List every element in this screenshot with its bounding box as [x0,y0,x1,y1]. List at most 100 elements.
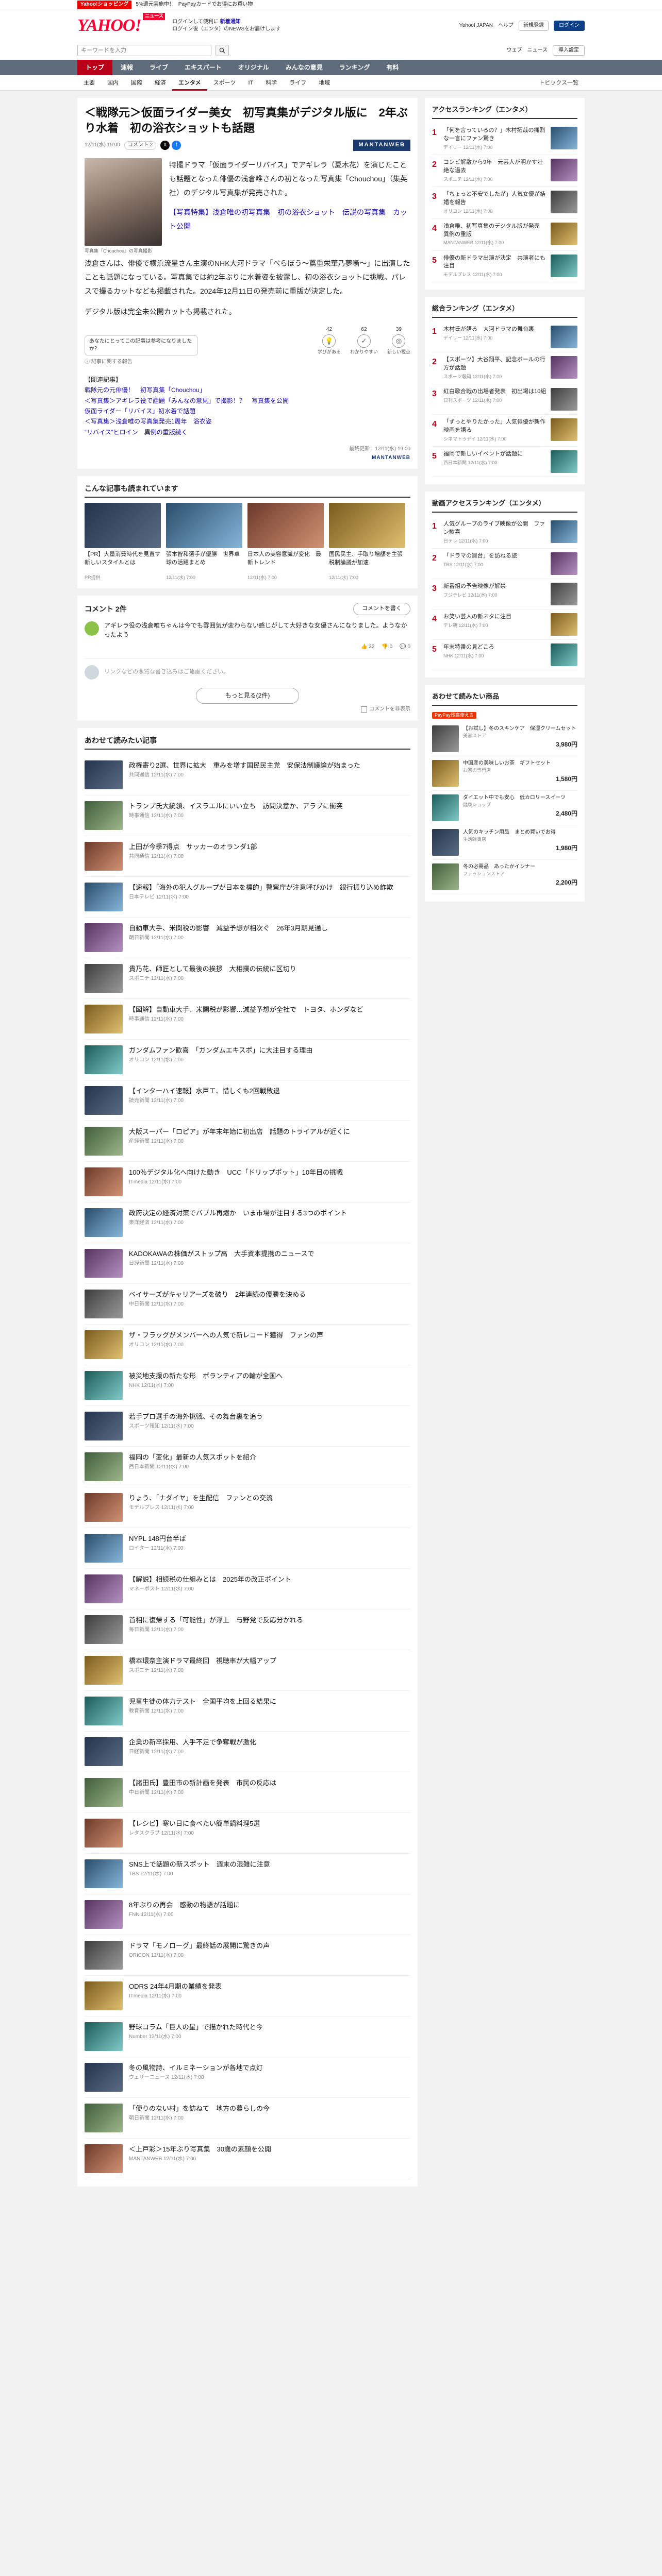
ranking-item[interactable]: 5 俳優の新ドラマ出演が決定 共演者にも注目 モデルプレス 12/11(水) 7:0… [432,251,577,283]
related-link[interactable]: 仮面ライダー「リバイス」初水着で話題 [85,406,410,416]
article-photo[interactable]: 写真集『Chouchou』の写真撮影 [85,158,162,255]
reaction-newview-button[interactable]: 39 ◎ 新しい視点 [387,326,410,356]
hide-comments-option[interactable]: コメントを非表示 [85,706,410,714]
feed-item[interactable]: 【図解】自動車大手、米関税が影響…減益予想が全社で トヨタ、ホンダなど 時事通信 … [85,999,410,1040]
reaction-learn-button[interactable]: 42 💡 学びがある [318,326,341,356]
ranking-item[interactable]: 3 紅白歌合戦の出場者発表 初出場は10組 日刊スポーツ 12/11(水) 7:00 [432,384,577,415]
feed-item[interactable]: ザ・フラッグがメンバーへの人気で新レコード獲得 ファンの声 オリコン 12/11(… [85,1325,410,1365]
feed-item[interactable]: ベイサーズがキャリアーズを破り 2年連続の優勝を決める 中日新聞 12/11(水)… [85,1284,410,1325]
entry-settings-button[interactable]: 導入設定 [553,45,585,56]
feed-item[interactable]: トランプ氏大統領、イスラエルにいい立ち 訪問決意か、アラブに衝突 時事通信 12/… [85,795,410,836]
notification-link[interactable]: 新着通知 [220,19,241,25]
ranking-item[interactable]: 1 「何を言っているの？」木村拓哉の痛烈な一言にファン驚き デイリー 12/11(水… [432,123,577,155]
ranking-item[interactable]: 1 人気グループのライブ映像が公開 ファン歓喜 日テレ 12/11(水) 7:00 [432,517,577,549]
dislike-button[interactable]: 👎 0 [382,643,392,651]
cat-entertainment[interactable]: エンタメ [172,75,207,91]
shop-item[interactable]: ダイエット中でも安心 低カロリースイーツ 健康ショップ 2,480円 [432,791,577,825]
yahoo-japan-link[interactable]: Yahoo! JAPAN [459,22,493,30]
cat-main[interactable]: 主要 [77,75,101,91]
comment-count-pill[interactable]: コメント 2 [124,141,157,150]
cat-science[interactable]: 科学 [259,75,283,91]
photo-feature-link[interactable]: 【写真特集】浅倉唯の初写真集 初の浴衣ショット 伝説の写真集 カット公開 [169,206,410,233]
search-input[interactable] [77,45,211,56]
gnav-opinion[interactable]: みんなの意見 [277,60,331,75]
write-comment-button[interactable]: コメントを書く [353,603,410,616]
feed-item[interactable]: 【解説】相続税の仕組みとは 2025年の改正ポイント マネーポスト 12/11(水… [85,1569,410,1609]
gnav-paid[interactable]: 有料 [378,60,407,75]
report-link[interactable]: ⓘ 記事に関する報告 [85,359,410,366]
ranking-item[interactable]: 3 新番組の予告映像が解禁 フジテレビ 12/11(水) 7:00 [432,579,577,609]
feed-item[interactable]: 8年ぶりの再会 感動の物語が話題に FNN 12/11(水) 7:00 [85,1894,410,1935]
feed-item[interactable]: 児童生徒の体力テスト 全国平均を上回る結果に 教育新聞 12/11(水) 7:00 [85,1691,410,1732]
related-link[interactable]: 戦隊元の元俳優！ 初写真集「Chouchou」 [85,385,410,395]
cat-it[interactable]: IT [242,75,259,91]
topics-list-link[interactable]: トピックス一覧 [533,75,585,91]
feed-item[interactable]: 貴乃花、師匠として最後の挨拶 大相撲の伝統に区切り スポニチ 12/11(水) 7… [85,958,410,999]
read-card[interactable]: 張本智和選手が優勝 世界卓球の活躍まとめ 12/11(水) 7:00 [166,503,242,581]
shop-item[interactable]: 中国産の美味しいお茶 ギフトセット お茶の専門店 1,580円 [432,756,577,791]
gnav-breaking[interactable]: 速報 [112,60,141,75]
feed-item[interactable]: SNS上で話題の新スポット 週末の混雑に注意 TBS 12/11(水) 7:00 [85,1854,410,1894]
promo-badge[interactable]: Yahoo!ショッピング [77,1,132,9]
reaction-clear-button[interactable]: 62 ✓ わかりやすい [350,326,378,356]
facebook-share-icon[interactable]: f [172,141,181,150]
comment-input[interactable]: リンクなどの悪質な書き込みはご遠慮ください。 [104,668,229,676]
ranking-item[interactable]: 4 お笑い芸人の新ネタに注目 テレ朝 12/11(水) 7:00 [432,609,577,640]
feed-item[interactable]: NYPL 148円台半ば ロイター 12/11(水) 7:00 [85,1528,410,1569]
read-card[interactable]: 国民民主、手取り増額を主張 税制論議が加速 12/11(水) 7:00 [329,503,405,581]
feed-item[interactable]: 自動車大手、米関税の影響 減益予想が相次ぐ 26年3月期見通し 朝日新聞 12/1… [85,918,410,958]
ranking-item[interactable]: 3 「ちょっと不安でしたが」人気女優が結婚を報告 オリコン 12/11(水) 7:0… [432,187,577,219]
feed-item[interactable]: 福岡の「変化」最新の人気スポットを紹介 西日本新聞 12/11(水) 7:00 [85,1447,410,1487]
gnav-live[interactable]: ライブ [141,60,176,75]
read-card[interactable]: 日本人の美容意識が変化 最新トレンド 12/11(水) 7:00 [247,503,324,581]
feed-item[interactable]: 【インターハイ速報】水戸工、惜しくも2回戦敗退 読売新聞 12/11(水) 7:0… [85,1080,410,1121]
feed-item[interactable]: 若手プロ選手の海外挑戦、その舞台裏を追う スポーツ報知 12/11(水) 7:00 [85,1406,410,1447]
read-card[interactable]: 【PR】大量消費時代を見直す新しいスタイルとは PR提供 [85,503,161,581]
search-news[interactable]: ニュース [527,47,548,55]
cat-world[interactable]: 国際 [125,75,148,91]
promo-text[interactable]: 5%還元実施中！ [136,1,174,9]
feed-item[interactable]: 冬の風物詩、イルミネーションが各地で点灯 ウェザーニュース 12/11(水) 7:… [85,2057,410,2098]
feed-item[interactable]: 首相に復帰する「可能性」が浮上 与野党で反応分かれる 毎日新聞 12/11(水) … [85,1609,410,1650]
x-share-icon[interactable]: X [160,141,170,150]
promo-sub[interactable]: PayPayカードでお得にお買い物 [178,1,253,9]
help-link[interactable]: ヘルプ [498,22,514,30]
gnav-ranking[interactable]: ランキング [331,60,378,75]
search-button[interactable] [216,45,229,56]
reply-button[interactable]: 💬 0 [400,643,410,651]
feed-item[interactable]: 「便りのない村」を訪ねて 地方の暮らしの今 朝日新聞 12/11(水) 7:00 [85,2098,410,2139]
shop-item[interactable]: 冬の必需品 あったかインナー ファッションストア 2,200円 [432,860,577,894]
cat-economy[interactable]: 経済 [148,75,172,91]
search-web[interactable]: ウェブ [507,47,522,55]
ranking-item[interactable]: 2 【スポーツ】大谷翔平、記念ボールの行方が話題 スポーツ報知 12/11(水) 7… [432,352,577,385]
related-link[interactable]: “リバイス”ヒロイン 異例の重版続く [85,427,410,437]
feed-item[interactable]: 企業の新卒採用、人手不足で争奪戦が激化 日経新聞 12/11(水) 7:00 [85,1732,410,1772]
article-photo-image[interactable] [85,158,162,246]
related-link[interactable]: ＜写真集＞アギレラ役で話題「みんなの意見」で撮影！？ 写真集を公開 [85,396,410,406]
cat-domestic[interactable]: 国内 [101,75,125,91]
checkbox[interactable] [361,706,367,713]
cat-life[interactable]: ライフ [283,75,312,91]
feed-item[interactable]: 【レシピ】寒い日に食べたい簡単鍋料理5選 レタスクラブ 12/11(水) 7:00 [85,1813,410,1854]
feed-item[interactable]: ガンダムファン歓喜 「ガンダムエキスポ」に大注目する理由 オリコン 12/11(水… [85,1040,410,1080]
ranking-item[interactable]: 1 木村氏が語る 大河ドラマの舞台裏 デイリー 12/11(水) 7:00 [432,322,577,353]
ranking-item[interactable]: 2 コンビ解散から9年 元芸人が明かす壮絶な過去 スポニチ 12/11(水) 7:0… [432,155,577,187]
gnav-top[interactable]: トップ [77,60,113,75]
feed-item[interactable]: 【速報】「海外の犯人グループが日本を標的」警察庁が注意呼びかけ 銀行振り込め詐欺… [85,877,410,918]
feed-item[interactable]: 政権寄り2選、世界に拡大 重みを増す国民民主党 安保法制議論が始まった 共同通信 … [85,755,410,795]
shop-item[interactable]: 人気のキッチン用品 まとめ買いでお得 生活雑貨店 1,980円 [432,825,577,860]
ranking-item[interactable]: 5 福岡で新しいイベントが話題に 西日本新聞 12/11(水) 7:00 [432,447,577,478]
feed-item[interactable]: 政府決定の経済対策でバブル再燃か いま市場が注目する3つのポイント 東洋経済 12… [85,1202,410,1243]
feed-item[interactable]: 【諸田氏】豊田市の新計画を発表 市民の反応は 中日新聞 12/11(水) 7:00 [85,1772,410,1813]
feed-item[interactable]: 大阪スーパー「ロピア」が年末年始に初出店 話題のトライアルが近くに 産経新聞 12… [85,1121,410,1162]
gnav-original[interactable]: オリジナル [230,60,277,75]
login-button[interactable]: ログイン [554,20,585,31]
feed-item[interactable]: りょう、「ナダイヤ」を生配信 ファンとの交流 モデルプレス 12/11(水) 7:… [85,1487,410,1528]
feed-item[interactable]: 100％デジタル化へ向けた動き UCC「ドリップポット」10年目の挑戦 ITmed… [85,1162,410,1202]
related-link[interactable]: ＜写真集＞浅倉唯の写真集発売1周年 浴衣姿 [85,416,410,427]
shop-item[interactable]: 【お試し】冬のスキンケア 保湿クリームセット 美容ストア 3,980円 [432,722,577,756]
register-button[interactable]: 新規登録 [519,20,549,31]
ranking-item[interactable]: 5 年末特番の見どころ NHK 12/11(水) 7:00 [432,640,577,670]
feed-item[interactable]: ＜上戸彩＞15年ぶり写真集 30歳の素顔を公開 MANTANWEB 12/11(水… [85,2139,410,2179]
like-button[interactable]: 👍 32 [361,643,374,651]
